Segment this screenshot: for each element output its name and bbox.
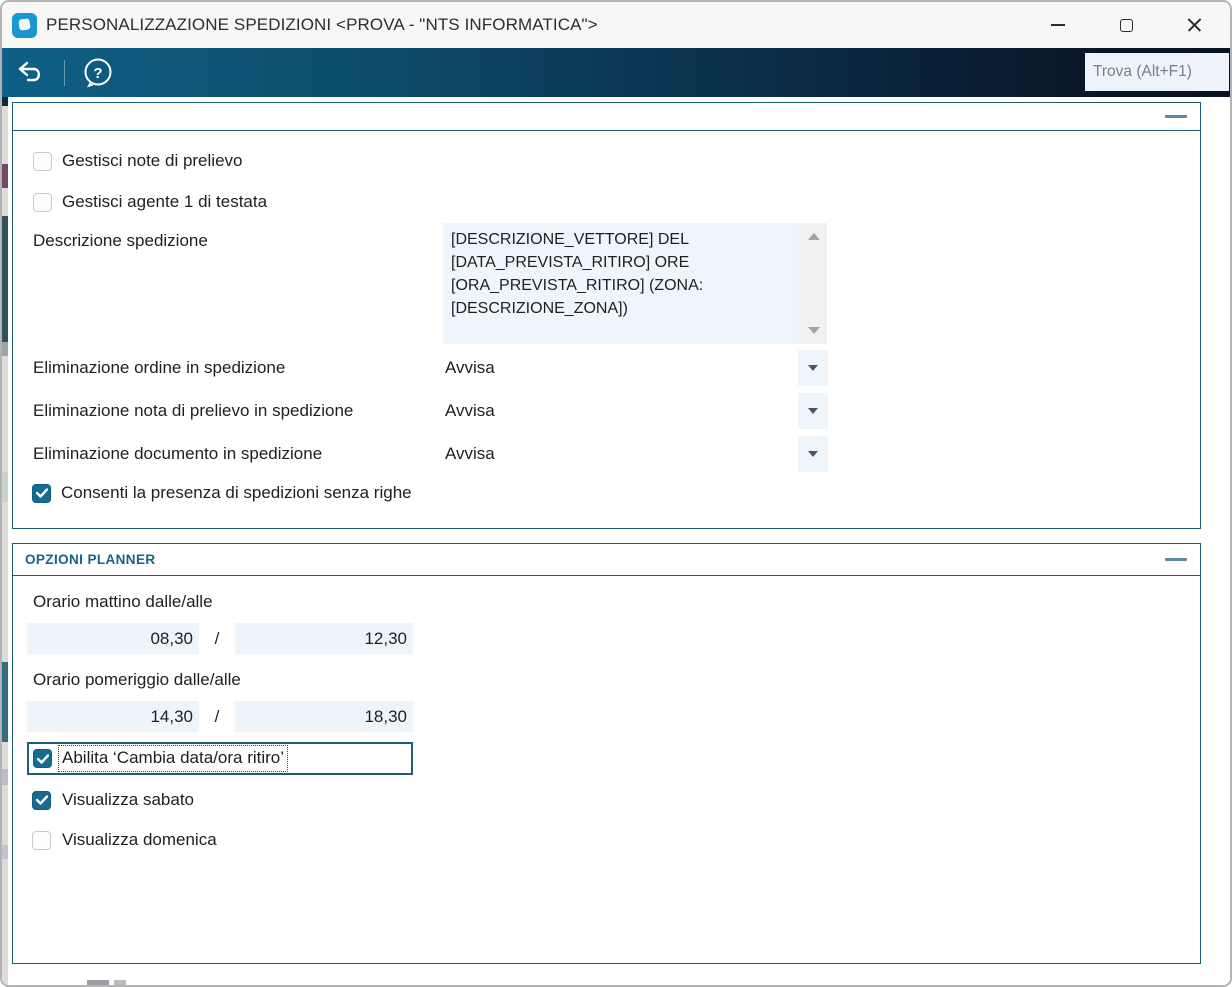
check-icon	[36, 753, 49, 764]
background-artifact-strip	[2, 97, 8, 985]
checkbox-label: Gestisci agente 1 di testata	[62, 192, 268, 211]
chevron-down-icon	[808, 365, 818, 371]
checkbox-abilita-cambia-data[interactable]	[33, 749, 52, 768]
checkbox-senza-righe[interactable]	[32, 483, 51, 503]
eliminazione-documento-value[interactable]: Avvisa	[443, 444, 798, 464]
eliminazione-nota-value[interactable]: Avvisa	[443, 401, 798, 421]
row-visualizza-domenica: Visualizza domenica	[32, 830, 1200, 850]
minimize-button[interactable]	[1036, 2, 1080, 48]
row-gestisci-note: Gestisci note di prelievo	[33, 151, 1200, 171]
row-eliminazione-ordine: Eliminazione ordine in spedizione Avvisa	[33, 350, 1200, 386]
section-title: OPZIONI PLANNER	[25, 552, 156, 567]
window-controls	[1036, 2, 1230, 48]
background-artifact	[87, 980, 109, 985]
checkbox-visualizza-domenica[interactable]	[32, 830, 51, 850]
close-button[interactable]	[1172, 2, 1216, 48]
section-planner-header: OPZIONI PLANNER	[13, 544, 1200, 576]
section-spedizioni: Gestisci note di prelievo Gestisci agent…	[12, 102, 1201, 529]
toolbar-ribbon: ?	[2, 48, 1230, 97]
orario-pomeriggio-label: Orario pomeriggio dalle/alle	[33, 670, 241, 689]
pomeriggio-alle-input[interactable]: 18,30	[235, 701, 413, 732]
minimize-icon	[1051, 24, 1065, 26]
row-orario-mattino: 08,30 / 12,30	[27, 623, 1200, 654]
content-area: Gestisci note di prelievo Gestisci agent…	[2, 97, 1230, 985]
orario-mattino-label: Orario mattino dalle/alle	[33, 592, 213, 611]
check-icon	[35, 795, 48, 805]
scroll-down-icon	[808, 327, 820, 334]
maximize-button[interactable]	[1104, 2, 1148, 48]
field-label: Eliminazione documento in spedizione	[33, 444, 323, 463]
scroll-up-icon	[808, 233, 820, 240]
background-artifact	[114, 980, 126, 985]
app-logo-icon	[12, 12, 37, 38]
checkbox-label: Gestisci note di prelievo	[62, 151, 243, 170]
time-separator: /	[214, 706, 220, 726]
help-icon: ?	[84, 58, 112, 87]
app-window: PERSONALIZZAZIONE SPEDIZIONI <PROVA - "N…	[0, 0, 1232, 987]
maximize-icon	[1119, 18, 1133, 32]
find-input[interactable]	[1085, 53, 1229, 91]
checkbox-label: Visualizza domenica	[62, 830, 217, 849]
back-button[interactable]	[2, 48, 58, 97]
collapse-section-button[interactable]	[1164, 109, 1188, 125]
titlebar: PERSONALIZZAZIONE SPEDIZIONI <PROVA - "N…	[2, 2, 1230, 48]
checkbox-label: Visualizza sabato	[62, 790, 194, 809]
row-gestisci-agente: Gestisci agente 1 di testata	[33, 192, 1200, 212]
section-spedizioni-header	[13, 103, 1200, 131]
field-label: Descrizione spedizione	[33, 231, 208, 250]
row-orario-pomeriggio: 14,30 / 18,30	[27, 701, 1200, 732]
row-visualizza-sabato: Visualizza sabato	[32, 790, 1200, 810]
checkbox-label: Abilita ‘Cambia data/ora ritiro’	[57, 745, 289, 772]
checkbox-gestisci-agente[interactable]	[33, 192, 52, 212]
time-separator: /	[214, 628, 220, 648]
checkbox-label: Consenti la presenza di spedizioni senza…	[61, 483, 412, 502]
check-icon	[35, 488, 48, 498]
chevron-down-icon	[808, 451, 818, 457]
checkbox-visualizza-sabato[interactable]	[32, 790, 51, 810]
section-opzioni-planner: OPZIONI PLANNER Orario mattino dalle/all…	[12, 543, 1201, 964]
toolbar-separator	[64, 59, 65, 86]
textarea-scrollbar[interactable]	[799, 223, 827, 344]
mattino-alle-input[interactable]: 12,30	[235, 623, 413, 654]
close-icon	[1187, 18, 1202, 33]
collapse-section-button[interactable]	[1164, 552, 1188, 568]
row-eliminazione-documento: Eliminazione documento in spedizione Avv…	[33, 436, 1200, 472]
row-descrizione-spedizione: Descrizione spedizione [DESCRIZIONE_VETT…	[33, 223, 1200, 344]
descrizione-spedizione-textarea[interactable]: [DESCRIZIONE_VETTORE] DEL [DATA_PREVISTA…	[443, 223, 799, 344]
eliminazione-ordine-value[interactable]: Avvisa	[443, 358, 798, 378]
window-title: PERSONALIZZAZIONE SPEDIZIONI <PROVA - "N…	[46, 15, 598, 34]
eliminazione-ordine-dropdown-button[interactable]	[798, 350, 828, 386]
collapse-icon	[1165, 115, 1187, 118]
collapse-icon	[1165, 558, 1187, 561]
eliminazione-nota-dropdown-button[interactable]	[798, 393, 828, 429]
help-button[interactable]: ?	[74, 48, 122, 97]
undo-arrow-icon	[18, 61, 41, 82]
mattino-dalle-input[interactable]: 08,30	[27, 623, 199, 654]
row-abilita-cambia-data: Abilita ‘Cambia data/ora ritiro’	[27, 742, 413, 775]
row-senza-righe: Consenti la presenza di spedizioni senza…	[32, 483, 1200, 503]
checkbox-gestisci-note[interactable]	[33, 151, 52, 171]
chevron-down-icon	[808, 408, 818, 414]
row-eliminazione-nota: Eliminazione nota di prelievo in spedizi…	[33, 393, 1200, 429]
field-label: Eliminazione nota di prelievo in spedizi…	[33, 401, 354, 420]
field-label: Eliminazione ordine in spedizione	[33, 358, 286, 377]
pomeriggio-dalle-input[interactable]: 14,30	[27, 701, 199, 732]
eliminazione-documento-dropdown-button[interactable]	[798, 436, 828, 472]
svg-text:?: ?	[93, 65, 102, 82]
